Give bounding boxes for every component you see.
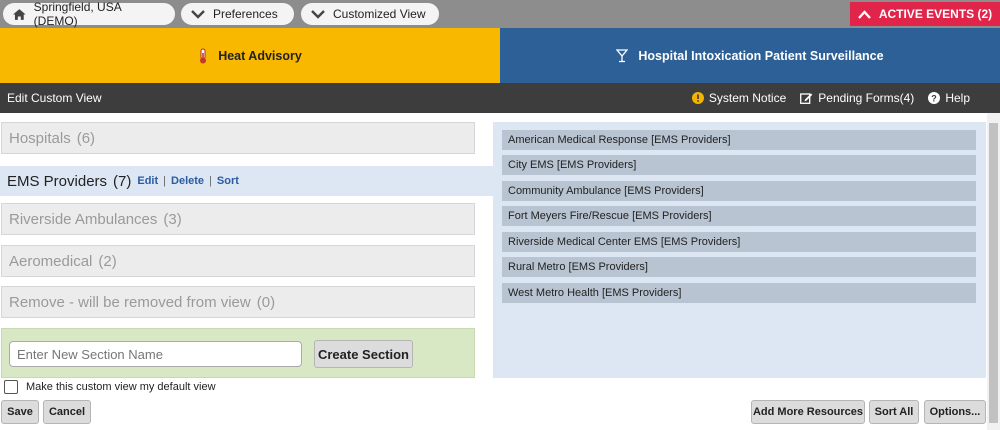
active-events-label: ACTIVE EVENTS (2) xyxy=(878,7,993,21)
section-count: (2) xyxy=(98,252,117,270)
warning-circle-icon xyxy=(691,92,704,104)
create-section-button[interactable]: Create Section xyxy=(314,340,413,368)
thermometer-icon xyxy=(200,48,207,63)
cocktail-glass-icon xyxy=(616,48,629,62)
active-events-button[interactable]: ACTIVE EVENTS (2) xyxy=(850,2,1000,26)
system-notice-label: System Notice xyxy=(708,91,787,105)
new-section-name-input[interactable] xyxy=(9,341,302,367)
page-title: Edit Custom View xyxy=(7,91,102,105)
customized-view-label: Customized View xyxy=(333,7,426,21)
separator: | xyxy=(163,175,167,187)
default-view-row: Make this custom view my default view xyxy=(4,380,216,394)
separator: | xyxy=(209,175,212,187)
scrollbar-thumb[interactable] xyxy=(989,123,998,423)
pending-forms-link[interactable]: Pending Forms(4) xyxy=(800,91,914,105)
customized-view-menu[interactable]: Customized View xyxy=(301,3,439,25)
section-aeromedical[interactable]: Aeromedical (2) xyxy=(1,245,475,277)
edit-form-icon xyxy=(800,93,813,104)
chevron-up-icon xyxy=(857,9,871,19)
resource-list-panel: American Medical Response [EMS Providers… xyxy=(493,122,986,378)
section-count: (7) xyxy=(113,172,132,190)
section-name: Hospitals xyxy=(9,129,71,147)
section-count: (0) xyxy=(256,293,276,311)
default-view-label: Make this custom view my default view xyxy=(26,381,216,393)
help-icon: ? xyxy=(928,92,941,104)
svg-text:?: ? xyxy=(932,93,938,103)
location-selector[interactable]: Springfield, USA (DEMO) xyxy=(3,0,175,28)
top-bar: Springfield, USA (DEMO) Preferences Cust… xyxy=(0,0,1000,28)
new-section-panel: Create Section xyxy=(1,328,475,378)
pending-forms-label: Pending Forms(4) xyxy=(818,91,915,105)
section-remove[interactable]: Remove - will be removed from view (0) xyxy=(1,286,475,318)
surveillance-banner[interactable]: Hospital Intoxication Patient Surveillan… xyxy=(500,28,1000,83)
resource-item[interactable]: City EMS [EMS Providers] xyxy=(502,155,976,175)
help-label: Help xyxy=(945,91,970,105)
edit-section-link[interactable]: Edit xyxy=(137,175,158,187)
options-button[interactable]: Options... xyxy=(924,400,986,424)
chevron-down-icon xyxy=(311,9,325,19)
section-count: (6) xyxy=(76,129,96,147)
resource-item[interactable]: Community Ambulance [EMS Providers] xyxy=(502,181,976,201)
save-button[interactable]: Save xyxy=(1,400,39,424)
section-count: (3) xyxy=(163,210,182,228)
section-name: Remove - will be removed from view xyxy=(9,293,251,311)
preferences-menu[interactable]: Preferences xyxy=(181,3,294,25)
section-riverside-ambulances[interactable]: Riverside Ambulances (3) xyxy=(1,203,475,235)
heat-advisory-banner[interactable]: Heat Advisory xyxy=(0,28,500,83)
section-name: Aeromedical xyxy=(9,252,93,270)
system-notice-link[interactable]: System Notice xyxy=(691,91,787,105)
section-hospitals[interactable]: Hospitals (6) xyxy=(1,122,475,154)
page-header: Edit Custom View System Notice Pending F… xyxy=(0,83,1000,113)
page-scrollbar[interactable] xyxy=(987,113,1000,430)
resource-item[interactable]: West Metro Health [EMS Providers] xyxy=(502,283,976,303)
default-view-checkbox[interactable] xyxy=(4,380,18,394)
resource-item[interactable]: Fort Meyers Fire/Rescue [EMS Providers] xyxy=(502,206,976,226)
home-icon xyxy=(13,8,26,20)
delete-section-link[interactable]: Delete xyxy=(171,175,204,187)
heat-advisory-label: Heat Advisory xyxy=(218,48,302,63)
resource-item[interactable]: Rural Metro [EMS Providers] xyxy=(502,257,976,277)
sort-section-link[interactable]: Sort xyxy=(217,175,239,187)
resource-item[interactable]: Riverside Medical Center EMS [EMS Provid… xyxy=(502,232,976,252)
chevron-down-icon xyxy=(191,9,205,19)
section-actions: Edit | Delete | Sort xyxy=(137,175,239,187)
resource-item[interactable]: American Medical Response [EMS Providers… xyxy=(502,130,976,150)
cancel-button[interactable]: Cancel xyxy=(43,400,91,424)
section-name: EMS Providers xyxy=(7,172,108,190)
location-label: Springfield, USA (DEMO) xyxy=(33,0,122,28)
section-ems-providers[interactable]: EMS Providers (7) Edit | Delete | Sort xyxy=(0,166,493,196)
sort-all-button[interactable]: Sort All xyxy=(869,400,919,424)
preferences-label: Preferences xyxy=(213,7,278,21)
add-more-resources-button[interactable]: Add More Resources xyxy=(751,400,865,424)
surveillance-label: Hospital Intoxication Patient Surveillan… xyxy=(638,48,884,63)
help-link[interactable]: ? Help xyxy=(928,91,970,105)
section-name: Riverside Ambulances xyxy=(9,210,158,228)
